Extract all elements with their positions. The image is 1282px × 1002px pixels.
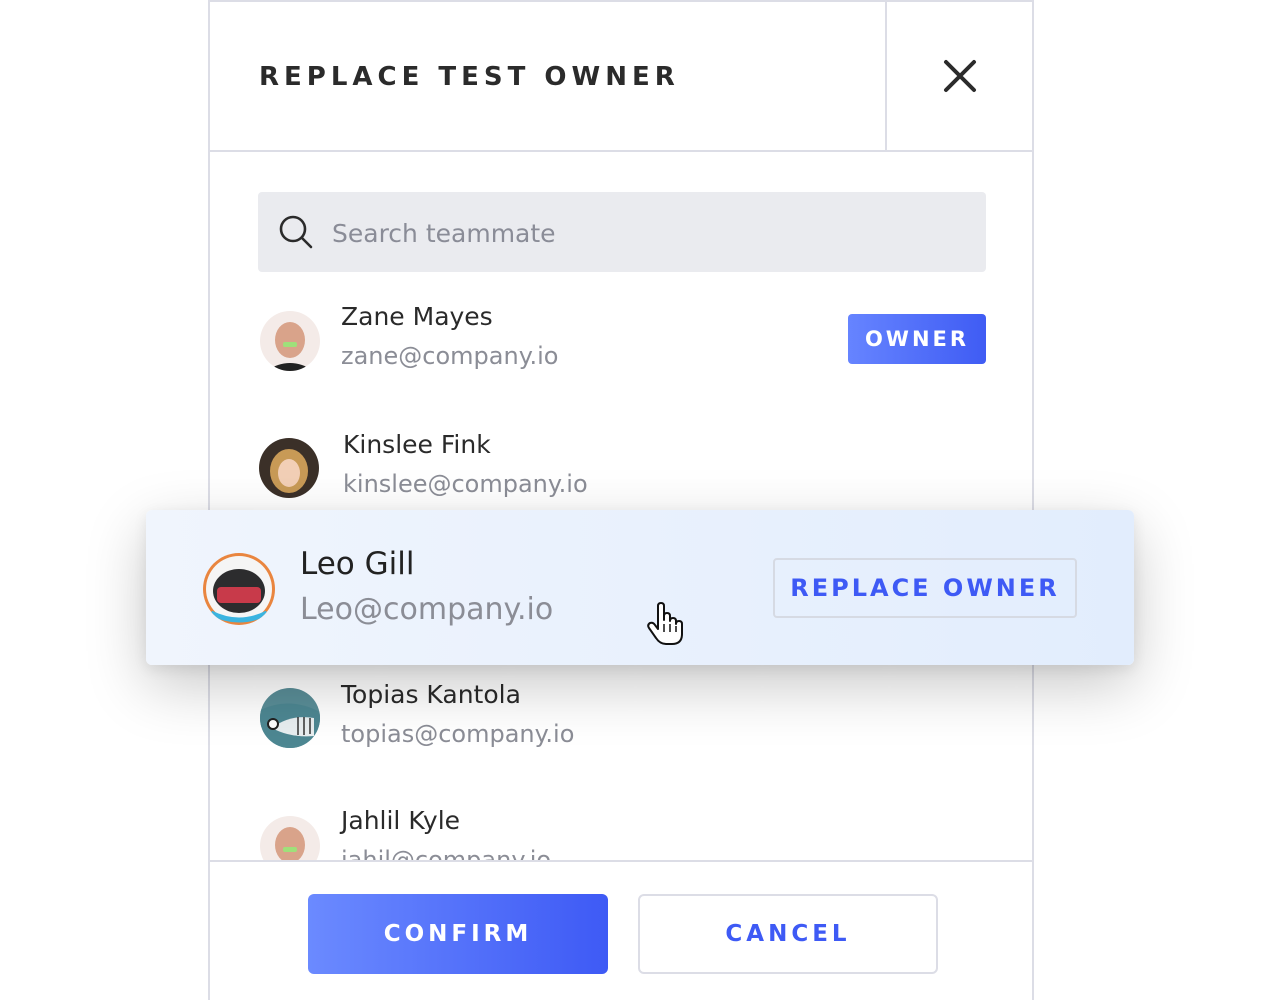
owner-badge: OWNER [848,314,986,364]
list-item[interactable]: Zane Mayes zane@company.io OWNER [210,282,1032,392]
member-email: topias@company.io [341,720,575,748]
list-item[interactable]: Jahlil Kyle jahil@company.io [210,786,1032,862]
confirm-button[interactable]: CONFIRM [308,894,608,974]
member-email: kinslee@company.io [343,470,588,498]
hovered-list-item[interactable]: Leo Gill Leo@company.io REPLACE OWNER [146,510,1134,665]
replace-owner-dialog: REPLACE TEST OWNER Zane Mayes [208,0,1034,1000]
avatar [259,438,319,498]
dialog-title: REPLACE TEST OWNER [259,62,680,92]
close-icon [943,60,976,92]
dialog-header: REPLACE TEST OWNER [210,2,1032,152]
search-icon [279,215,313,249]
replace-owner-button[interactable]: REPLACE OWNER [773,558,1077,618]
member-name: Leo Gill [300,546,415,582]
avatar [203,553,275,625]
search-field[interactable] [258,192,986,274]
member-name: Zane Mayes [341,302,493,331]
search-input[interactable] [330,192,974,274]
member-name: Kinslee Fink [343,430,491,459]
cancel-button[interactable]: CANCEL [638,894,938,974]
member-name: Topias Kantola [341,680,521,709]
member-email: Leo@company.io [300,592,554,627]
avatar [260,688,320,748]
list-item[interactable]: Topias Kantola topias@company.io [210,660,1032,770]
member-email: zane@company.io [341,342,559,370]
avatar [260,816,320,862]
list-item[interactable]: Kinslee Fink kinslee@company.io [210,410,1032,520]
dialog-footer: CONFIRM CANCEL [210,860,1032,1000]
member-name: Jahlil Kyle [341,806,461,835]
hand-pointer-icon [647,602,683,645]
avatar [260,311,320,371]
close-button[interactable] [885,2,1032,150]
